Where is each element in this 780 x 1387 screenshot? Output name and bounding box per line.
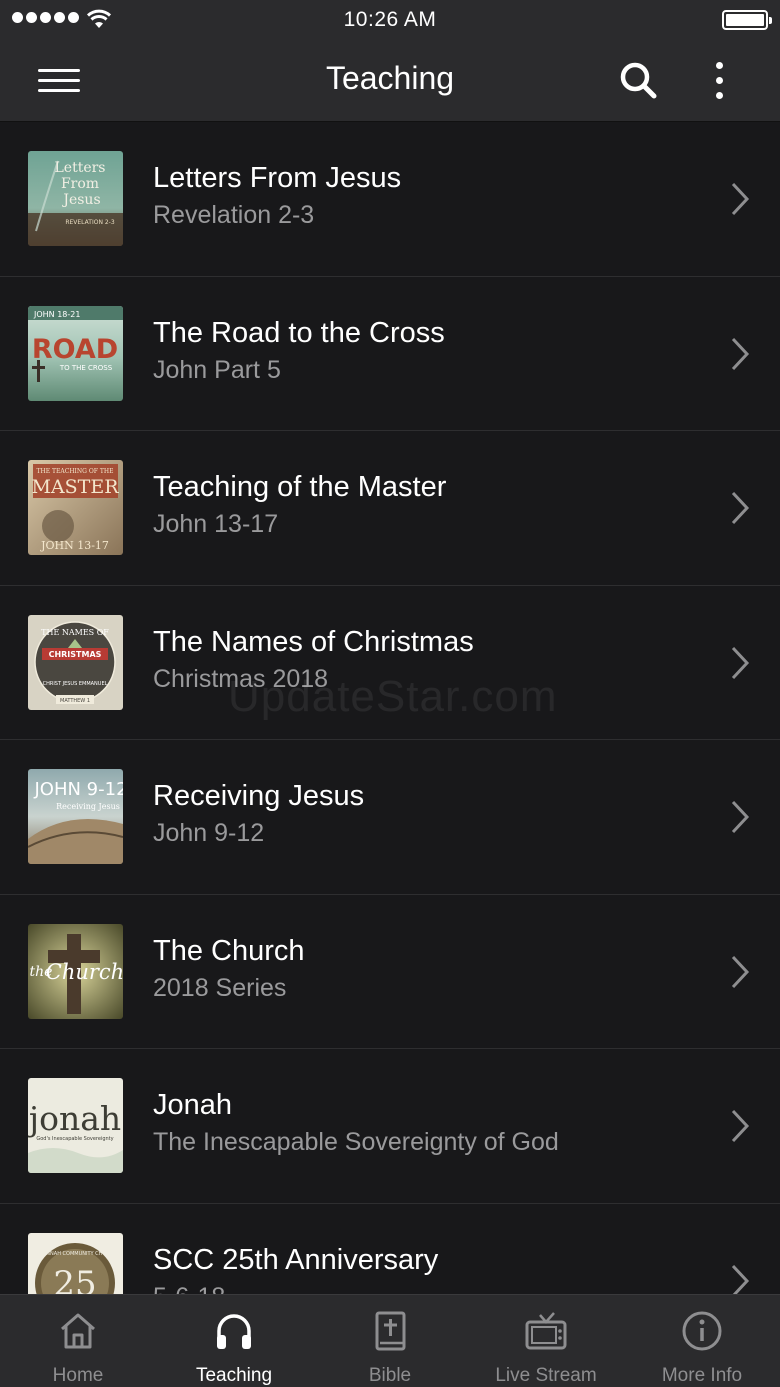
hamburger-menu-icon[interactable]: [34, 60, 84, 100]
series-row-the-church[interactable]: the Church The Church 2018 Series: [0, 895, 780, 1049]
series-subtitle: 2018 Series: [153, 973, 287, 1002]
svg-text:REVELATION 2-3: REVELATION 2-3: [65, 219, 115, 226]
status-time: 10:26 AM: [343, 8, 437, 31]
svg-text:MASTER: MASTER: [31, 476, 119, 498]
svg-text:MATTHEW 1: MATTHEW 1: [60, 698, 90, 704]
series-title: Teaching of the Master: [153, 471, 447, 503]
series-subtitle: Christmas 2018: [153, 664, 329, 693]
svg-text:From: From: [61, 176, 99, 192]
series-row-receiving-jesus[interactable]: JOHN 9-12 Receiving Jesus Receiving Jesu…: [0, 740, 780, 895]
home-icon: [61, 1313, 95, 1349]
chevron-right-icon: [731, 1264, 750, 1294]
series-thumbnail: jonah God's Inescapable Sovereignty: [28, 1078, 123, 1173]
series-subtitle: John 13-17: [153, 510, 279, 538]
series-title: Letters From Jesus: [153, 162, 402, 194]
page-title: Teaching: [325, 60, 455, 96]
chevron-right-icon: [731, 182, 750, 216]
series-thumbnail: Letters From Jesus REVELATION 2-3: [28, 151, 123, 246]
svg-text:JOHN 13-17: JOHN 13-17: [40, 539, 109, 552]
chevron-right-icon: [731, 646, 750, 679]
series-row-names-of-christmas[interactable]: THE NAMES OF CHRISTMAS CHRIST JESUS EMMA…: [0, 586, 780, 740]
status-bar: 10:26 AM: [0, 0, 780, 40]
svg-text:Church: Church: [46, 960, 123, 984]
tab-bible[interactable]: Bible: [312, 1295, 468, 1387]
series-subtitle: John Part 5: [153, 355, 281, 384]
series-title: Receiving Jesus: [153, 780, 365, 812]
series-thumbnail: THE NAMES OF CHRISTMAS CHRIST JESUS EMMA…: [28, 614, 123, 710]
svg-text:THE NAMES OF: THE NAMES OF: [41, 628, 109, 637]
svg-text:jonah: jonah: [28, 1099, 121, 1138]
chevron-right-icon: [731, 1109, 750, 1143]
series-title: Jonah: [153, 1089, 233, 1121]
chevron-right-icon: [731, 800, 750, 834]
series-thumbnail: the Church: [28, 923, 123, 1019]
tv-icon: [525, 1312, 567, 1350]
svg-text:Receiving Jesus: Receiving Jesus: [56, 802, 120, 811]
svg-text:25: 25: [53, 1264, 96, 1295]
tab-teaching[interactable]: Teaching: [156, 1295, 312, 1387]
info-icon: [682, 1311, 722, 1351]
tab-label: Teaching: [195, 1365, 273, 1386]
search-icon[interactable]: [614, 56, 662, 104]
tab-home[interactable]: Home: [0, 1295, 156, 1387]
series-row-teaching-of-the-master[interactable]: THE TEACHING OF THE MASTER JOHN 13-17 Te…: [0, 431, 780, 586]
series-row-jonah[interactable]: jonah God's Inescapable Sovereignty Jona…: [0, 1049, 780, 1204]
svg-text:CHRISTMAS: CHRISTMAS: [49, 650, 102, 659]
tab-live-stream[interactable]: Live Stream: [468, 1295, 624, 1387]
series-thumbnail: SAVANNAH COMMUNITY CHURCH 25: [28, 1232, 123, 1295]
svg-text:CHRIST JESUS EMMANUEL: CHRIST JESUS EMMANUEL: [43, 681, 108, 687]
tab-label: Bible: [368, 1365, 412, 1386]
series-title: SCC 25th Anniversary: [153, 1243, 439, 1276]
battery-icon: [722, 10, 772, 30]
series-title: The Road to the Cross: [153, 316, 445, 349]
svg-text:ROAD: ROAD: [32, 334, 118, 365]
tab-label: More Info: [661, 1365, 743, 1386]
svg-text:Jesus: Jesus: [61, 192, 100, 208]
chevron-right-icon: [731, 337, 750, 370]
series-row-letters-from-jesus[interactable]: Letters From Jesus REVELATION 2-3 Letter…: [0, 122, 780, 277]
series-thumbnail: JOHN 9-12 Receiving Jesus: [28, 769, 123, 864]
svg-text:TO THE CROSS: TO THE CROSS: [59, 364, 113, 372]
svg-text:God's Inescapable Sovereignty: God's Inescapable Sovereignty: [36, 1136, 113, 1142]
series-thumbnail: JOHN 18-21 ROAD TO THE CROSS: [28, 305, 123, 401]
more-options-icon[interactable]: [700, 56, 740, 106]
series-title: The Names of Christmas: [153, 625, 474, 658]
series-subtitle: John 9-12: [153, 819, 265, 847]
series-thumbnail: THE TEACHING OF THE MASTER JOHN 13-17: [28, 460, 123, 555]
series-subtitle: 5-6-18: [153, 1283, 225, 1295]
series-subtitle: The Inescapable Sovereignty of God: [153, 1128, 559, 1156]
series-title: The Church: [153, 934, 305, 967]
svg-text:SAVANNAH COMMUNITY CHURCH: SAVANNAH COMMUNITY CHURCH: [33, 1251, 116, 1257]
tab-more-info[interactable]: More Info: [624, 1295, 780, 1387]
tab-label: Live Stream: [495, 1365, 597, 1386]
chevron-right-icon: [731, 955, 750, 988]
nav-bar: Teaching: [0, 40, 780, 122]
svg-text:THE TEACHING OF THE: THE TEACHING OF THE: [37, 468, 114, 475]
headphones-icon: [217, 1314, 251, 1349]
tab-label: Home: [52, 1365, 104, 1386]
tab-bar: Home Teaching Bible Live Stream More Inf…: [0, 1294, 780, 1387]
svg-text:JOHN 18-21: JOHN 18-21: [33, 310, 80, 319]
svg-text:JOHN 9-12: JOHN 9-12: [33, 779, 123, 800]
bible-icon: [375, 1311, 406, 1351]
series-row-scc-25th-anniversary[interactable]: SAVANNAH COMMUNITY CHURCH 25 SCC 25th An…: [0, 1204, 780, 1295]
series-subtitle: Revelation 2-3: [153, 201, 315, 229]
series-row-road-to-the-cross[interactable]: JOHN 18-21 ROAD TO THE CROSS The Road to…: [0, 277, 780, 431]
chevron-right-icon: [731, 491, 750, 525]
teaching-series-list: Letters From Jesus REVELATION 2-3 Letter…: [0, 122, 780, 1294]
svg-text:Letters: Letters: [55, 160, 106, 176]
